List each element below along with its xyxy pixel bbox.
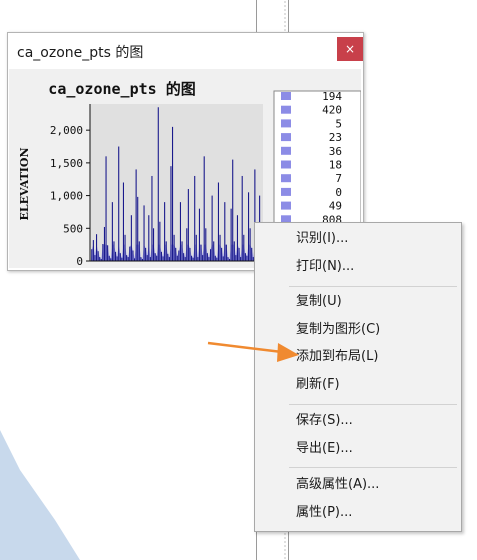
arrow-annotation	[207, 341, 299, 362]
